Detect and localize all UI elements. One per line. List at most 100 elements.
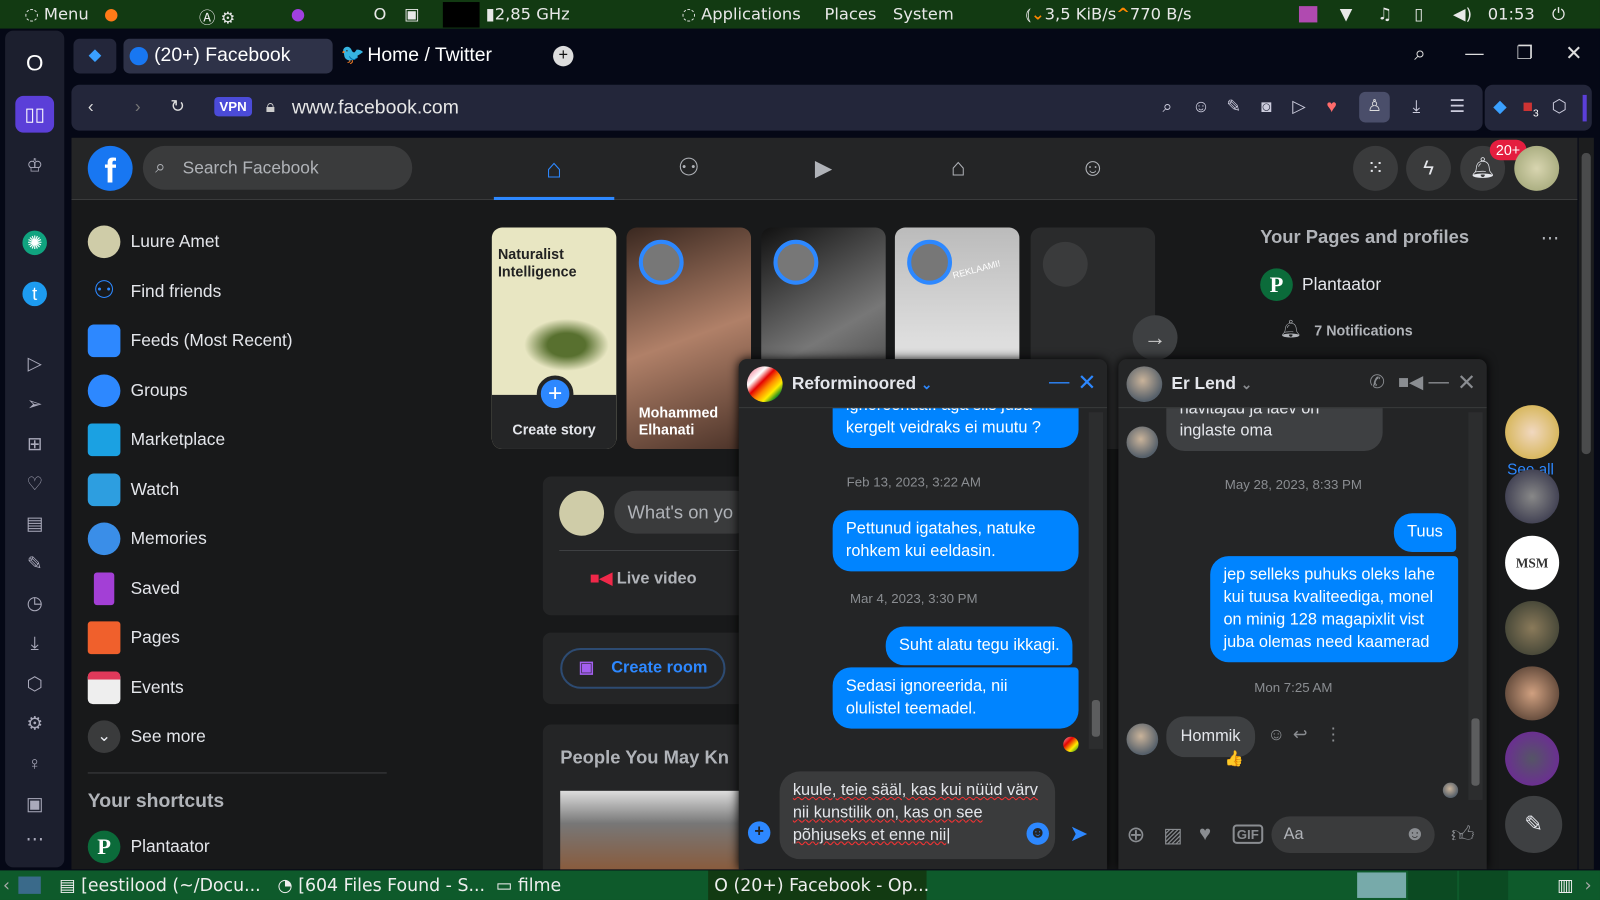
page-scrollbar[interactable] xyxy=(1578,137,1594,870)
workspace-3[interactable] xyxy=(1459,870,1509,900)
minimize-chat-icon[interactable]: — xyxy=(1429,370,1449,393)
system-menu[interactable]: System xyxy=(893,4,954,23)
taskbar-item-search[interactable]: ◔ [604 Files Found - S... xyxy=(278,876,485,896)
sidebar-item-profile[interactable]: Luure Amet xyxy=(87,219,394,264)
contact-avatar[interactable] xyxy=(1505,731,1560,786)
sidebar-item-pages[interactable]: Pages xyxy=(87,615,394,660)
bell-icon[interactable]: ♫ xyxy=(1378,4,1393,23)
cube-icon[interactable]: ⬡ xyxy=(22,671,46,695)
news-icon[interactable]: ▤ xyxy=(22,511,46,535)
scroll-thumb[interactable] xyxy=(1091,699,1100,737)
menu-grid-icon[interactable]: ⁙ xyxy=(1353,145,1398,191)
sidebar-handle[interactable] xyxy=(1582,94,1587,122)
opera-logo-icon[interactable]: O xyxy=(22,51,46,75)
camera-icon[interactable]: ◙ xyxy=(1255,97,1277,117)
add-attachment-icon[interactable]: + xyxy=(747,821,771,844)
sidebar-item-find-friends[interactable]: ⚇ Find friends xyxy=(88,269,394,314)
volume-icon[interactable]: ◀) xyxy=(1453,4,1472,23)
app-icon[interactable]: Ⓐ ⚙ xyxy=(199,4,235,28)
page-scroll-thumb[interactable] xyxy=(1581,153,1591,455)
chat-title[interactable]: Er Lend ⌄ xyxy=(1171,373,1252,393)
terminal-icon[interactable]: ▣ xyxy=(404,4,419,23)
emoji-icon[interactable]: ☻ xyxy=(1026,822,1049,845)
profile-icon[interactable]: ♙ xyxy=(1359,91,1390,123)
nav-marketplace-icon[interactable]: ⌂ xyxy=(898,138,1018,200)
heart-icon[interactable]: ♥ xyxy=(1320,97,1342,117)
easy-setup-icon[interactable]: ☰ xyxy=(1446,97,1468,117)
new-tab-button[interactable]: + xyxy=(553,45,574,67)
applications-menu[interactable]: ◌ Applications xyxy=(682,4,801,23)
url-field[interactable]: www.facebook.com xyxy=(292,97,459,119)
chat-title[interactable]: Reforminoored ⌄ xyxy=(792,373,932,393)
chatgpt-icon[interactable]: ✺ xyxy=(22,230,47,256)
sidebar-item-events[interactable]: Events xyxy=(87,665,394,710)
lock-icon[interactable]: 🔒︎ xyxy=(259,97,281,117)
downloads-icon[interactable]: ⤓ xyxy=(1405,97,1427,117)
minimize-button[interactable]: — xyxy=(1465,43,1483,64)
tips-icon[interactable]: ♀ xyxy=(22,751,46,775)
nav-friends-icon[interactable]: ⚇ xyxy=(629,138,749,200)
nav-groups-icon[interactable]: ☺ xyxy=(1033,138,1153,200)
message-bubble-outgoing[interactable]: Sedasi ignoreerida, nii olulistel teemad… xyxy=(832,667,1079,729)
history-icon[interactable]: ◷ xyxy=(22,591,46,615)
gif-icon[interactable]: GIF xyxy=(1232,824,1263,844)
messenger-icon[interactable]: ϟ xyxy=(1406,145,1452,191)
sidebar-item-marketplace[interactable]: Marketplace xyxy=(87,417,394,462)
thumbs-up-reaction[interactable]: 👍 xyxy=(1224,749,1243,767)
contact-avatar[interactable] xyxy=(1505,469,1560,524)
sidebar-item-saved[interactable]: Saved xyxy=(88,566,394,611)
message-bubble-outgoing[interactable]: jep selleks puhuks oleks lahe kui tuusa … xyxy=(1210,556,1459,663)
workspace-1[interactable] xyxy=(1357,872,1407,898)
nav-home-icon[interactable]: ⌂ xyxy=(493,138,615,200)
zoom-icon[interactable]: ⌕ xyxy=(1156,97,1178,117)
player-icon[interactable]: ▷ xyxy=(22,351,46,375)
more-actions-icon[interactable]: ⋮ xyxy=(1324,724,1341,744)
clock[interactable]: 01:53 xyxy=(1488,4,1535,23)
trash-icon[interactable]: ▥ xyxy=(1557,876,1573,896)
emoji-icon[interactable]: ☺ xyxy=(1190,97,1212,117)
download-icon[interactable]: ⤓ xyxy=(22,631,46,655)
workspace-icon[interactable]: ▯▯ xyxy=(15,95,55,133)
extension-icon[interactable]: ■3 xyxy=(1519,97,1541,120)
crown-icon[interactable]: ♔ xyxy=(22,153,46,177)
emoji-icon[interactable]: ☻ xyxy=(1404,822,1425,845)
firefox-icon[interactable]: ● xyxy=(104,4,118,23)
close-chat-icon[interactable]: ✕ xyxy=(1457,369,1476,396)
back-button[interactable]: ‹ xyxy=(80,97,102,117)
shortcut-plantaator[interactable]: P Plantaator xyxy=(87,824,394,869)
plus-icon[interactable]: + xyxy=(536,375,574,413)
like-icon[interactable]: 👍︎ xyxy=(1451,820,1474,848)
chat-input[interactable]: Aa ☻ xyxy=(1271,816,1435,854)
taskbar-right-arrow[interactable]: › xyxy=(1585,876,1592,896)
reply-icon[interactable]: ↩ xyxy=(1293,724,1308,744)
new-message-icon[interactable]: ✎ xyxy=(1505,795,1563,854)
contact-avatar[interactable] xyxy=(1126,366,1163,403)
chat-scrollbar[interactable] xyxy=(1088,412,1104,749)
sidebar-item-watch[interactable]: Watch xyxy=(87,467,394,512)
message-bubble-outgoing[interactable]: Tuus xyxy=(1393,513,1457,553)
extension-icon[interactable]: ▣ xyxy=(22,792,46,816)
workspace-2[interactable] xyxy=(1408,870,1458,900)
page-notifications-link[interactable]: 7 Notifications xyxy=(1314,322,1412,338)
contact-avatar[interactable] xyxy=(1505,666,1560,721)
facebook-logo[interactable]: f xyxy=(87,145,133,191)
message-bubble-outgoing[interactable]: Pettunud igatahes, natuke rohkem kui eel… xyxy=(832,510,1079,572)
forward-button[interactable]: › xyxy=(127,97,149,117)
os-menu-button[interactable]: ◌ Menu xyxy=(24,4,88,23)
contact-avatar[interactable] xyxy=(1505,405,1560,460)
places-menu[interactable]: Places xyxy=(824,4,876,23)
add-attachment-icon[interactable]: ⊕ xyxy=(1127,821,1146,848)
wifi-icon[interactable]: ▼ xyxy=(1340,4,1353,23)
audio-app-icon[interactable] xyxy=(1298,6,1318,23)
tab-facebook[interactable]: (20+) Facebook xyxy=(123,38,333,74)
close-chat-icon[interactable]: ✕ xyxy=(1078,369,1097,396)
snap-icon[interactable]: ✎ xyxy=(1222,97,1244,117)
story-card[interactable]: Mohammed Elhanati xyxy=(626,227,752,449)
react-icon[interactable]: ☺ xyxy=(1267,724,1285,744)
page-name-link[interactable]: Plantaator xyxy=(1302,274,1381,294)
twitter-icon[interactable]: t xyxy=(22,281,47,307)
settings-icon[interactable]: ⚙ xyxy=(22,711,46,735)
sidebar-item-feeds[interactable]: Feeds (Most Recent) xyxy=(87,318,394,363)
power-icon[interactable]: ⏻ xyxy=(1552,4,1565,24)
search-input[interactable]: Search Facebook xyxy=(183,158,319,178)
